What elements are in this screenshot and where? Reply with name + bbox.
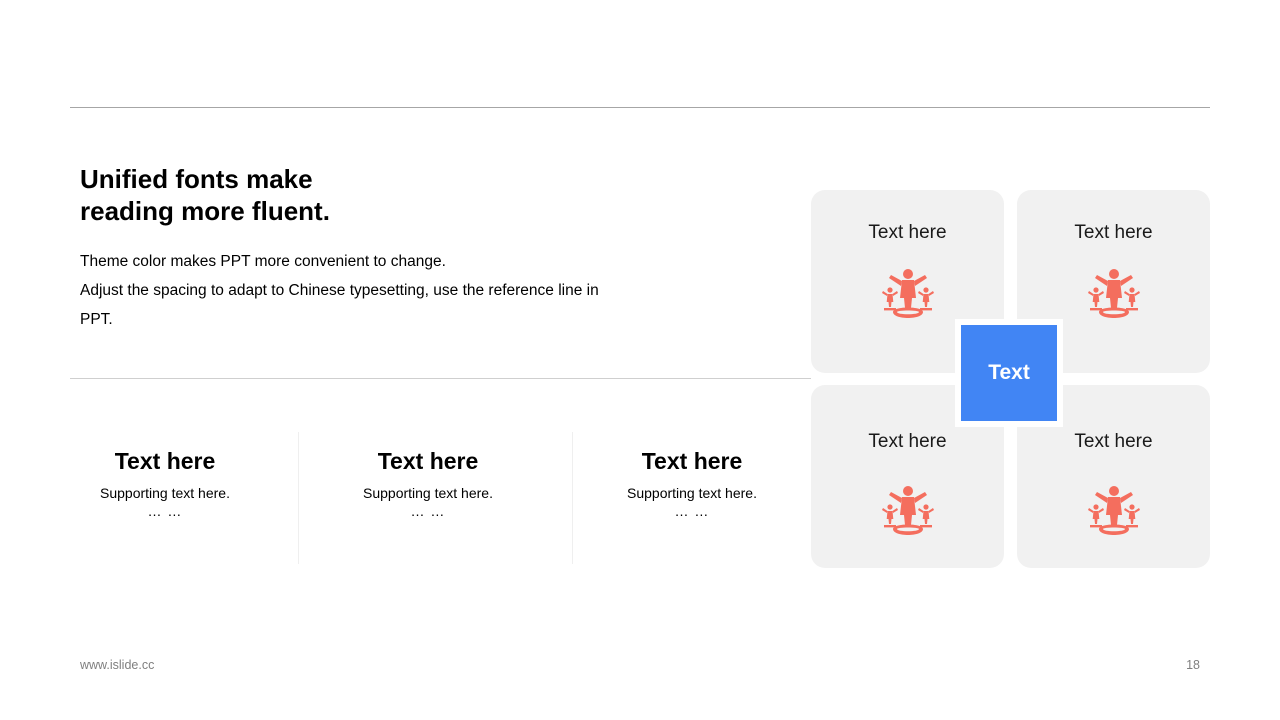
balance-figure-icon [1087, 485, 1141, 541]
feature-ellipsis: … … [674, 503, 710, 519]
middle-divider [70, 378, 811, 379]
feature-subtext: Supporting text here. [627, 485, 757, 501]
card-label: Text here [1074, 222, 1153, 243]
center-highlight: Text [955, 319, 1063, 427]
balance-figure-icon [881, 268, 935, 324]
balance-figure-icon [881, 485, 935, 541]
feature-title: Text here [377, 448, 479, 474]
card-label: Text here [868, 222, 947, 243]
balance-figure-icon [1087, 268, 1141, 324]
feature-title: Text here [114, 448, 216, 474]
feature-subtext: Supporting text here. [363, 485, 493, 501]
feature-title: Text here [641, 448, 743, 474]
headline: Unified fonts make reading more fluent. [80, 164, 330, 226]
page-number: 18 [1186, 658, 1200, 672]
center-label: Text [961, 325, 1057, 421]
body-text: Theme color makes PPT more convenient to… [80, 247, 610, 334]
feature-divider [572, 432, 573, 564]
body-line-1: Theme color makes PPT more convenient to… [80, 253, 446, 270]
feature-subtext: Supporting text here. [100, 485, 230, 501]
feature-ellipsis: … … [410, 503, 446, 519]
feature-divider [298, 432, 299, 564]
top-divider [70, 107, 1210, 108]
card-label: Text here [1074, 431, 1153, 452]
feature-block-2: Text here Supporting text here. … … [333, 432, 523, 564]
body-line-2: Adjust the spacing to adapt to Chinese t… [80, 282, 599, 328]
feature-ellipsis: … … [147, 503, 183, 519]
card-label: Text here [868, 431, 947, 452]
footer-url[interactable]: www.islide.cc [80, 658, 154, 672]
feature-block-3: Text here Supporting text here. … … [597, 432, 787, 564]
feature-block-1: Text here Supporting text here. … … [70, 432, 260, 564]
